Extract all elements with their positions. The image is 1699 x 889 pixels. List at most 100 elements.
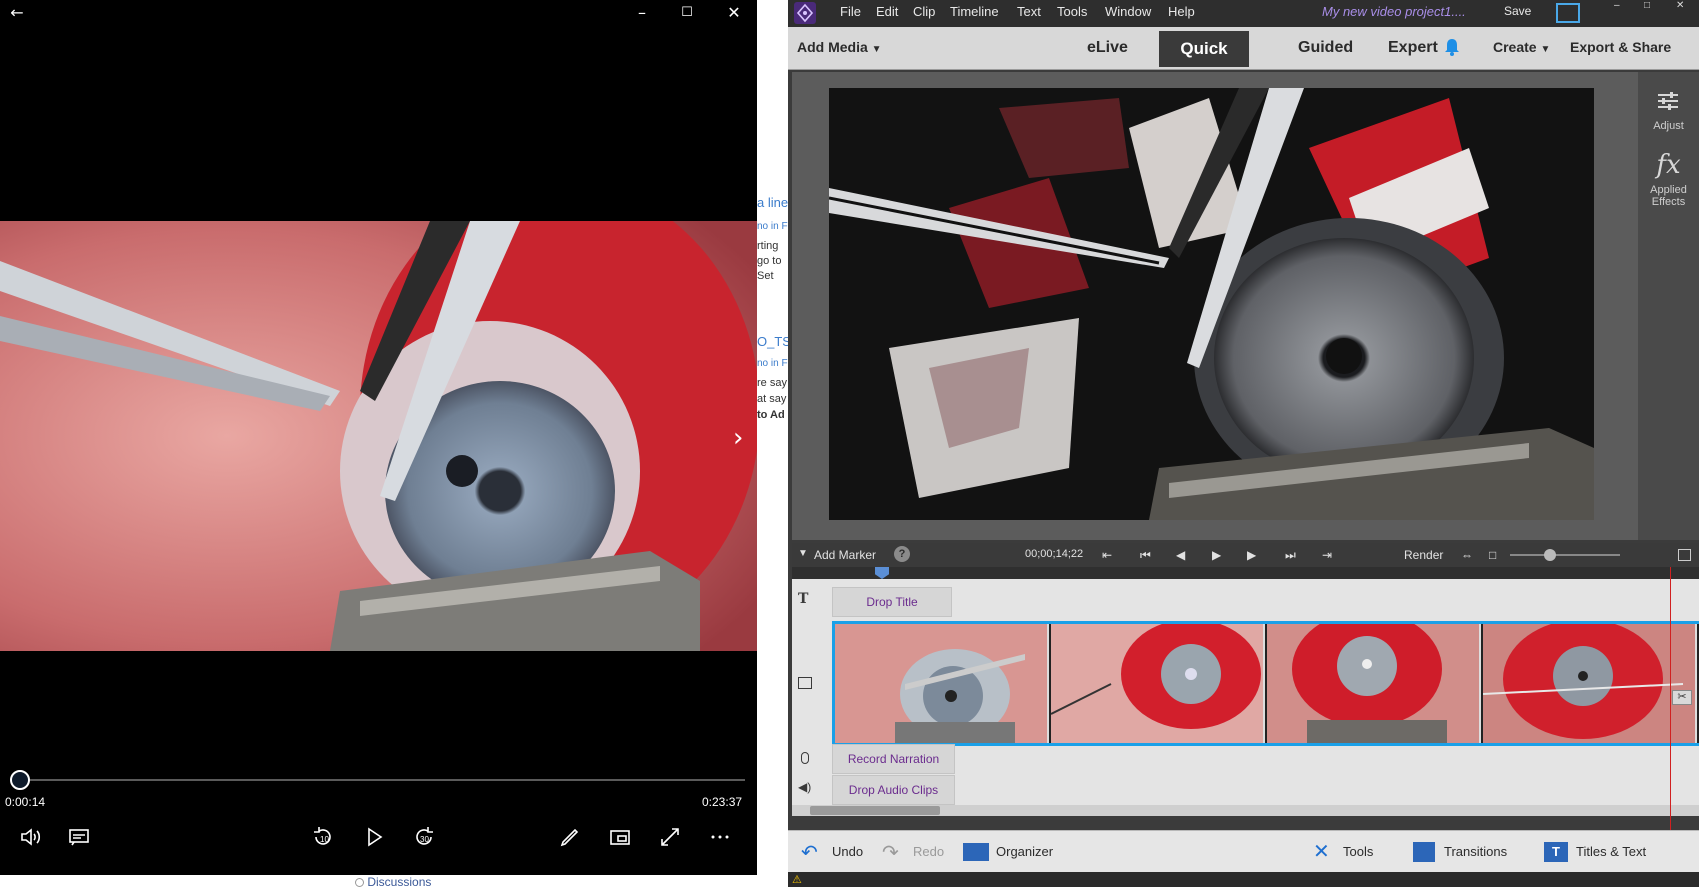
goto-out-icon[interactable]: ⇥ <box>1322 548 1332 562</box>
playhead-handle[interactable] <box>875 567 889 579</box>
create-menu[interactable]: Create ▼ <box>1493 39 1550 55</box>
menu-text[interactable]: Text <box>1017 4 1041 19</box>
adjust-icon[interactable] <box>1656 90 1680 115</box>
menu-tools[interactable]: Tools <box>1057 4 1087 19</box>
fullscreen-icon[interactable] <box>655 824 685 850</box>
web-fragment-7: no in F <box>757 358 788 369</box>
organizer-button[interactable]: Organizer <box>996 844 1053 859</box>
menu-clip[interactable]: Clip <box>913 4 935 19</box>
miniview-icon[interactable] <box>605 824 635 850</box>
export-share-menu[interactable]: Export & Share <box>1570 39 1671 55</box>
web-fragment-5: Set <box>757 270 774 282</box>
surgery-video-image <box>0 221 757 651</box>
window-close-icon[interactable]: ✕ <box>1676 0 1684 11</box>
video-clip-filmstrip[interactable] <box>832 621 1699 746</box>
clip-frame-4 <box>1483 624 1697 743</box>
redo-button[interactable]: Redo <box>913 844 944 859</box>
video-frame[interactable] <box>0 221 757 651</box>
window-minimize-icon[interactable]: – <box>1614 0 1620 11</box>
fx-icon[interactable]: fx <box>1638 150 1699 180</box>
goto-start-icon[interactable]: ⏮ <box>1140 548 1151 563</box>
tab-expert[interactable]: Expert <box>1388 39 1438 57</box>
goto-in-icon[interactable]: ⇤ <box>1102 548 1112 562</box>
step-forward-icon[interactable]: ▶ <box>1247 548 1256 562</box>
tab-elive[interactable]: eLive <box>1087 39 1128 57</box>
timeline-scroll-thumb[interactable] <box>810 806 940 815</box>
current-time: 0:00:14 <box>5 795 46 809</box>
transitions-icon[interactable] <box>1413 842 1435 862</box>
menu-help[interactable]: Help <box>1168 4 1195 19</box>
tab-guided[interactable]: Guided <box>1298 39 1353 57</box>
menu-edit[interactable]: Edit <box>876 4 898 19</box>
organizer-icon[interactable] <box>963 843 989 861</box>
time-ruler[interactable] <box>792 567 1699 579</box>
playhead-line <box>1670 567 1671 870</box>
zoom-in-icon[interactable] <box>1678 549 1691 561</box>
timecode-display[interactable]: 00;00;14;22 <box>1025 548 1083 560</box>
save-button[interactable]: Save <box>1504 4 1531 18</box>
menu-bar: File Edit Clip Timeline Text Tools Windo… <box>788 0 1699 27</box>
timeline-scrollbar[interactable] <box>792 805 1699 816</box>
titles-text-icon[interactable]: T <box>1544 842 1568 862</box>
clip-frame-1 <box>835 624 1049 743</box>
record-narration-track[interactable]: Record Narration <box>832 744 955 774</box>
screen-share-icon[interactable] <box>1556 3 1580 23</box>
web-fragment-1[interactable]: a line <box>757 195 788 210</box>
render-button[interactable]: Render <box>1404 548 1443 562</box>
play-icon[interactable] <box>359 824 389 850</box>
rewind-10-label: 10 <box>320 835 329 844</box>
add-marker-button[interactable]: Add Marker <box>814 548 876 562</box>
collapse-triangle-icon[interactable]: ▼ <box>798 548 808 559</box>
volume-icon[interactable] <box>16 824 46 850</box>
title-track-icon: T <box>798 591 809 607</box>
tab-quick[interactable]: Quick <box>1159 31 1249 67</box>
menu-window[interactable]: Window <box>1105 4 1151 19</box>
close-icon[interactable]: ✕ <box>723 3 745 23</box>
tools-button[interactable]: Tools <box>1343 844 1373 859</box>
menu-timeline[interactable]: Timeline <box>950 4 999 19</box>
warning-icon[interactable]: ⚠ <box>792 873 802 886</box>
fit-timeline-icon[interactable]: ⇔ <box>1461 548 1473 562</box>
window-restore-icon[interactable]: □ <box>1644 0 1650 11</box>
microphone-icon <box>801 752 809 764</box>
notification-bell-icon[interactable] <box>1444 37 1460 57</box>
zoom-slider-track[interactable] <box>1510 554 1620 556</box>
maximize-icon[interactable]: ☐ <box>676 3 698 23</box>
web-fragment-3: rting <box>757 240 779 252</box>
titles-text-button[interactable]: Titles & Text <box>1576 844 1646 859</box>
tools-icon[interactable]: ✕ <box>1313 839 1330 864</box>
web-fragment-4: go to <box>757 255 782 267</box>
redo-icon[interactable]: ↷ <box>882 840 899 865</box>
next-chevron-icon[interactable]: › <box>733 423 743 453</box>
scissors-icon[interactable]: ✂ <box>1672 690 1692 705</box>
menu-file[interactable]: File <box>840 4 861 19</box>
web-fragment-6[interactable]: O_TS <box>757 334 788 349</box>
transitions-button[interactable]: Transitions <box>1444 844 1507 859</box>
undo-button[interactable]: Undo <box>832 844 863 859</box>
monitor-play-icon[interactable]: ▶ <box>1212 548 1221 562</box>
goto-end-icon[interactable]: ⏭ <box>1285 548 1296 563</box>
pen-icon[interactable] <box>555 824 585 850</box>
status-bar: ⚠ <box>788 872 1699 887</box>
rewind-10-icon[interactable]: 10 <box>308 824 338 850</box>
zoom-slider-thumb[interactable] <box>1544 549 1556 561</box>
drop-audio-track[interactable]: Drop Audio Clips <box>832 775 955 805</box>
drop-title-track[interactable]: Drop Title <box>832 587 952 617</box>
step-back-icon[interactable]: ◀ <box>1176 548 1185 562</box>
background-webpage-strip: a line no in F rting go to Set O_TS no i… <box>757 0 788 887</box>
window-controls[interactable]: – □ ✕ <box>1614 0 1699 11</box>
subtitles-icon[interactable] <box>64 824 94 850</box>
forward-30-icon[interactable]: 30 <box>409 824 439 850</box>
seek-thumb[interactable] <box>10 770 30 790</box>
seek-track[interactable] <box>18 779 745 781</box>
add-media-menu[interactable]: Add Media ▼ <box>797 39 882 55</box>
preview-monitor[interactable] <box>829 88 1594 520</box>
help-button[interactable]: ? <box>894 546 910 562</box>
zoom-out-icon[interactable]: □ <box>1489 548 1496 562</box>
more-icon[interactable] <box>705 824 735 850</box>
app-logo-icon <box>794 2 816 24</box>
undo-icon[interactable]: ↶ <box>801 840 818 865</box>
minimize-icon[interactable]: – <box>631 3 653 23</box>
back-arrow-icon[interactable]: ← <box>6 3 28 23</box>
timeline-panel: T Drop Title Record Narration ◀) Drop Au… <box>792 579 1699 816</box>
